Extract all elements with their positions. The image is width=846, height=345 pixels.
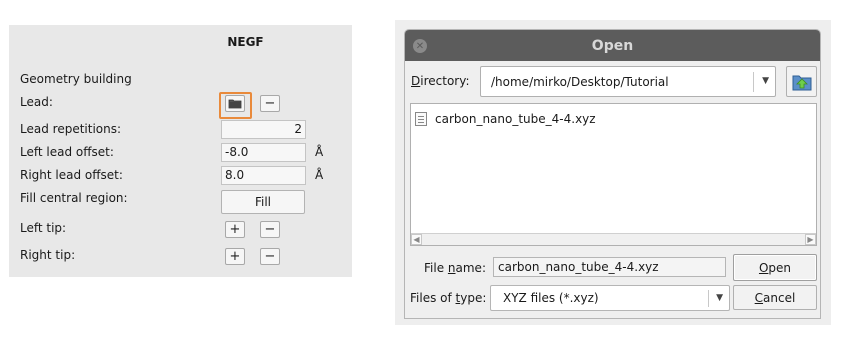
horizontal-scrollbar[interactable]: ◀ ▶	[411, 233, 816, 245]
file-list[interactable]: carbon_nano_tube_4-4.xyz ◀ ▶	[410, 103, 817, 246]
lead-label: Lead:	[20, 95, 53, 109]
open-button[interactable]: Open	[733, 254, 817, 281]
right-offset-unit: Å	[315, 168, 324, 182]
folder-up-icon	[792, 75, 811, 90]
left-tip-add-button[interactable]: +	[225, 221, 245, 238]
directory-combo[interactable]: /home/mirko/Desktop/Tutorial ▼	[480, 66, 776, 97]
left-tip-remove-button[interactable]: −	[260, 221, 280, 238]
right-tip-label: Right tip:	[20, 248, 76, 262]
combo-separator	[753, 72, 754, 92]
dialog-titlebar: ✕ Open	[405, 30, 820, 61]
right-lead-offset-label: Right lead offset:	[20, 168, 123, 182]
file-type-value: XYZ files (*.xyz)	[503, 291, 599, 305]
open-file-dialog: ✕ Open Directory: /home/mirko/Desktop/Tu…	[404, 29, 821, 319]
parent-folder-button[interactable]	[786, 66, 817, 97]
scroll-right-icon[interactable]: ▶	[805, 234, 816, 245]
file-name-label: File name:	[424, 261, 486, 275]
lead-repetitions-input[interactable]: 2	[221, 120, 306, 139]
chevron-down-icon[interactable]: ▼	[762, 76, 769, 86]
right-tip-add-button[interactable]: +	[225, 248, 245, 265]
folder-icon	[228, 99, 242, 109]
combo-separator	[708, 290, 709, 307]
load-lead-button[interactable]	[225, 95, 245, 112]
lead-repetitions-label: Lead repetitions:	[20, 122, 122, 136]
right-tip-remove-button[interactable]: −	[260, 248, 280, 265]
right-lead-offset-input[interactable]: 8.0	[221, 166, 306, 185]
negf-panel: NEGF Geometry building Lead: − Lead repe…	[9, 25, 352, 277]
left-lead-offset-label: Left lead offset:	[20, 145, 114, 159]
geometry-building-heading: Geometry building	[20, 72, 132, 86]
cancel-button[interactable]: Cancel	[733, 285, 817, 310]
list-item[interactable]: carbon_nano_tube_4-4.xyz	[415, 110, 596, 128]
left-tip-label: Left tip:	[20, 221, 67, 235]
fill-central-region-label: Fill central region:	[20, 191, 128, 205]
left-offset-unit: Å	[315, 145, 324, 159]
document-icon	[415, 112, 427, 126]
remove-lead-button[interactable]: −	[260, 95, 280, 112]
file-type-label: Files of type:	[410, 291, 487, 305]
chevron-down-icon[interactable]: ▼	[716, 293, 723, 303]
left-lead-offset-input[interactable]: -8.0	[221, 143, 306, 162]
file-name-entry: carbon_nano_tube_4-4.xyz	[435, 112, 596, 126]
directory-path: /home/mirko/Desktop/Tutorial	[491, 75, 669, 89]
file-type-combo[interactable]: XYZ files (*.xyz) ▼	[490, 285, 730, 311]
negf-title: NEGF	[227, 35, 264, 49]
file-name-input[interactable]: carbon_nano_tube_4-4.xyz	[493, 257, 726, 277]
fill-button[interactable]: Fill	[221, 190, 305, 214]
directory-label: Directory:	[411, 74, 470, 88]
dialog-title: Open	[591, 38, 634, 54]
scroll-left-icon[interactable]: ◀	[411, 234, 422, 245]
